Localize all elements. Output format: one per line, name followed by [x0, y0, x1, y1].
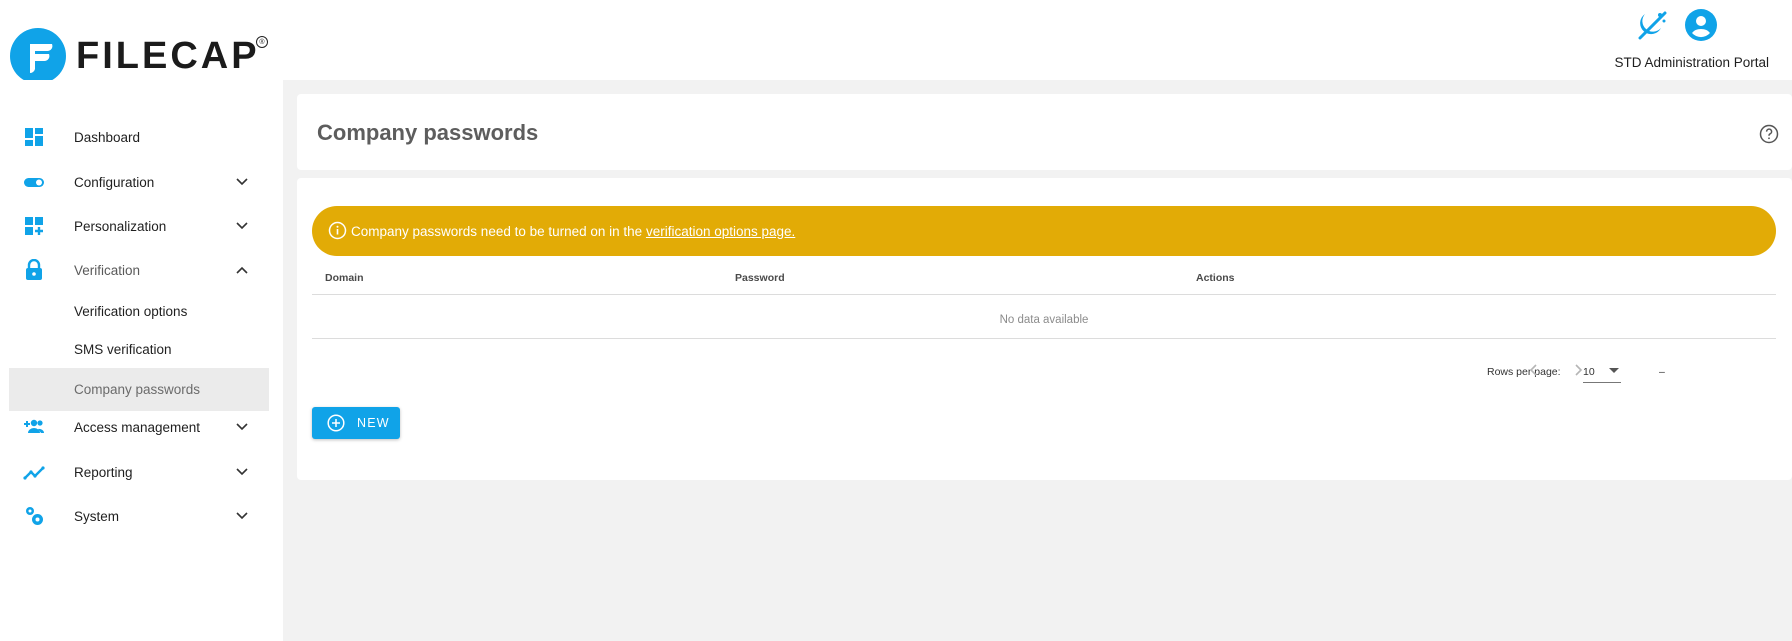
theme-toggle-icon[interactable] [1635, 8, 1669, 42]
sidebar-subitem-verification-options[interactable]: Verification options [9, 290, 269, 332]
chevron-down-icon [236, 178, 248, 186]
new-button-label: NEW [357, 416, 390, 430]
widgets-add-icon [25, 217, 43, 235]
portal-label: STD Administration Portal [1614, 55, 1769, 70]
caret-down-icon [1609, 368, 1619, 373]
column-header-actions: Actions [1196, 272, 1235, 284]
registered-mark: ® [256, 36, 268, 48]
sidebar-item-label: Configuration [74, 174, 155, 190]
column-header-password[interactable]: Password [735, 272, 785, 284]
sidebar: Dashboard Configuration Personalization … [0, 80, 283, 641]
new-button[interactable]: NEW [312, 407, 400, 439]
sidebar-subitem-label: Verification options [74, 303, 188, 319]
company-passwords-card: Company passwords need to be turned on i… [297, 178, 1792, 480]
lock-icon [26, 259, 42, 280]
alert-text: Company passwords need to be turned on i… [351, 223, 646, 239]
column-header-domain[interactable]: Domain [325, 272, 364, 284]
sidebar-item-personalization[interactable]: Personalization [9, 204, 269, 248]
sidebar-item-label: Personalization [74, 218, 167, 234]
filecap-logo-mark [10, 28, 66, 84]
chevron-down-icon [236, 423, 248, 431]
table-header-divider [312, 294, 1776, 295]
sidebar-subitem-label: Company passwords [74, 382, 201, 397]
sidebar-subitem-sms-verification[interactable]: SMS verification [9, 328, 269, 370]
sidebar-item-reporting[interactable]: Reporting [9, 450, 269, 494]
trending-icon [23, 466, 45, 480]
sidebar-item-access-management[interactable]: Access management [9, 405, 269, 449]
filecap-logo[interactable]: FILECAP [10, 28, 260, 84]
brand-name: FILECAP [76, 34, 260, 77]
chevron-down-icon [236, 222, 248, 230]
verification-options-link[interactable]: verification options page. [646, 224, 795, 239]
sidebar-subitem-label: SMS verification [74, 341, 172, 357]
main-content: Company passwords Company passwords need… [283, 80, 1792, 641]
sidebar-item-configuration[interactable]: Configuration [9, 160, 269, 204]
sidebar-item-verification[interactable]: Verification [9, 248, 269, 292]
previous-page-button[interactable] [1523, 359, 1545, 381]
title-card: Company passwords [297, 94, 1792, 170]
page-title: Company passwords [317, 120, 539, 145]
toggle-icon [24, 178, 44, 187]
table-empty-message: No data available [999, 314, 1089, 326]
next-page-button[interactable] [1567, 359, 1589, 381]
alert-message: Company passwords need to be turned on i… [351, 224, 795, 239]
sidebar-item-dashboard[interactable]: Dashboard [9, 115, 269, 159]
sidebar-item-system[interactable]: System [9, 494, 269, 538]
chevron-up-icon [236, 266, 248, 274]
group-add-icon [24, 419, 45, 433]
sidebar-item-label: Access management [74, 419, 201, 435]
dashboard-icon [25, 128, 43, 146]
add-circle-icon [327, 414, 345, 432]
chevron-down-icon [236, 468, 248, 476]
info-icon [328, 221, 347, 240]
settings-gears-icon [26, 507, 43, 525]
help-icon[interactable] [1759, 124, 1779, 144]
table-footer-divider [312, 338, 1776, 339]
pagination-range: – [1659, 366, 1665, 378]
sidebar-item-label: Verification [74, 262, 141, 278]
warning-alert: Company passwords need to be turned on i… [312, 206, 1776, 256]
sidebar-item-label: System [74, 508, 120, 524]
account-circle-icon[interactable] [1684, 8, 1718, 42]
sidebar-item-label: Dashboard [74, 129, 141, 145]
sidebar-item-label: Reporting [74, 464, 133, 480]
chevron-down-icon [236, 512, 248, 520]
